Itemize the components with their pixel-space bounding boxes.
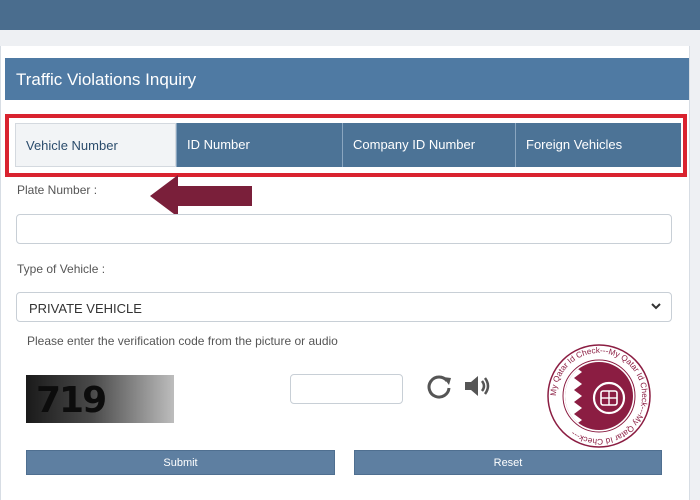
captcha-instruction: Please enter the verification code from … <box>27 334 338 348</box>
plate-number-input[interactable] <box>16 214 672 244</box>
chevron-down-icon <box>651 303 661 310</box>
tab-vehicle-number[interactable]: Vehicle Number <box>15 123 176 167</box>
vehicle-type-select[interactable]: PRIVATE VEHICLE <box>16 292 672 322</box>
tab-foreign-vehicles[interactable]: Foreign Vehicles <box>515 123 681 167</box>
left-arrow-icon <box>150 175 252 217</box>
submit-button[interactable]: Submit <box>26 450 335 475</box>
reset-button[interactable]: Reset <box>354 450 662 475</box>
audio-icon[interactable] <box>463 373 491 399</box>
qatar-stamp-logo: My Qatar Id Check---My Qatar Id Check---… <box>547 344 651 448</box>
panel-title: Traffic Violations Inquiry <box>5 58 689 100</box>
tabs-highlight-frame: Vehicle Number ID Number Company ID Numb… <box>5 114 687 177</box>
tab-company-id-number[interactable]: Company ID Number <box>342 123 515 167</box>
captcha-input[interactable] <box>290 374 403 404</box>
captcha-code: 719 <box>36 380 107 421</box>
plate-number-label: Plate Number : <box>17 183 98 197</box>
refresh-icon[interactable] <box>425 372 453 400</box>
captcha-image: 719 <box>26 375 174 423</box>
tab-id-number[interactable]: ID Number <box>176 123 342 167</box>
vehicle-type-label: Type of Vehicle : <box>17 262 106 276</box>
vehicle-type-value: PRIVATE VEHICLE <box>29 301 142 316</box>
top-bar <box>0 0 700 30</box>
